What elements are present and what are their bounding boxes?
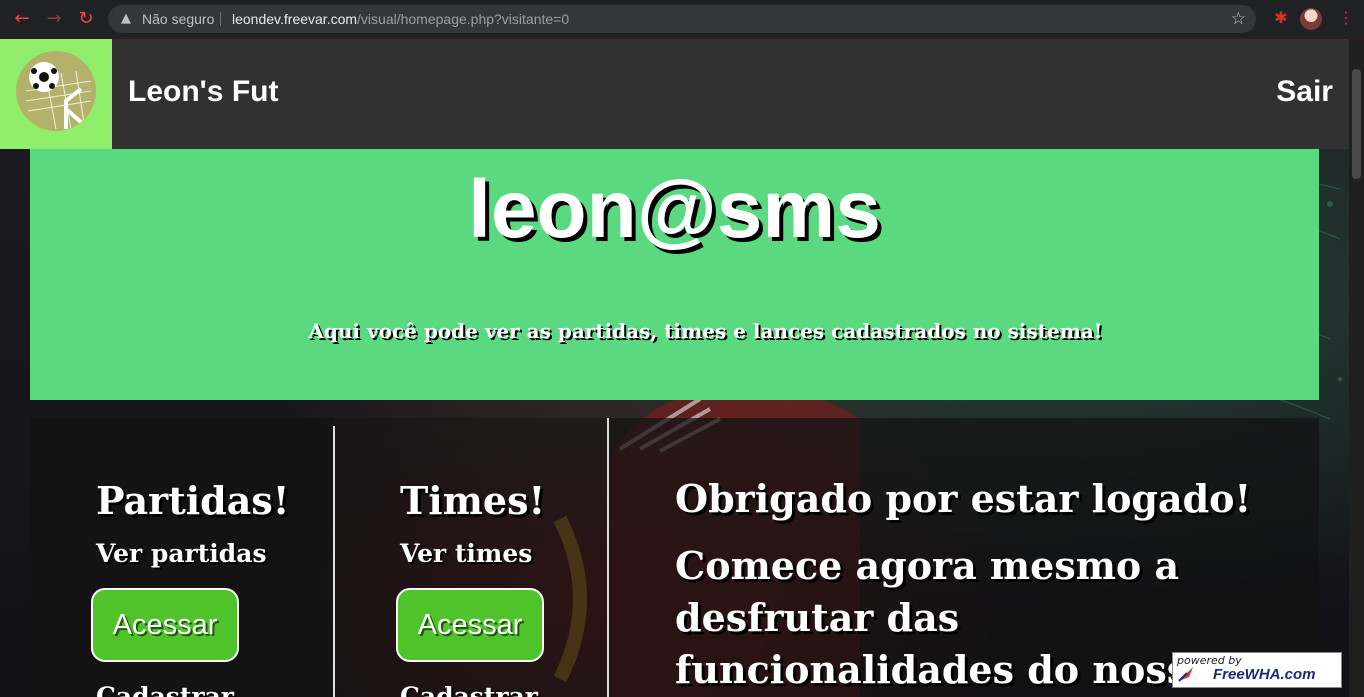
logo-graphic (25, 62, 92, 130)
back-arrow-icon[interactable]: ← (12, 9, 32, 29)
freewha-badge[interactable]: powered by FreeWHA.com (1172, 652, 1342, 688)
star-icon[interactable]: ☆ (1231, 9, 1246, 29)
brand-name[interactable]: Leon's Fut (128, 75, 278, 109)
browser-toolbar: ← → ↻ ▲ Não seguro leondev.freevar.com/v… (0, 0, 1364, 39)
welcome-heading: Obrigado por estar logado! (675, 476, 1252, 521)
url-text[interactable]: leondev.freevar.com/visual/homepage.php?… (232, 11, 569, 27)
url-host: leondev.freevar.com (232, 11, 358, 27)
page: ← → ↻ ▲ Não seguro leondev.freevar.com/v… (0, 0, 1364, 697)
url-path: /visual/homepage.php?visitante=0 (357, 11, 570, 27)
scroll-thumb[interactable] (1352, 69, 1361, 179)
teams-subtitle: Ver times (400, 539, 533, 568)
matches-subtitle: Ver partidas (96, 539, 267, 568)
forward-arrow-icon[interactable]: → (44, 9, 64, 29)
freewha-arrow-icon (1178, 667, 1193, 682)
freewha-brand: FreeWHA.com (1213, 666, 1316, 683)
hero-banner: leon@sms Aqui você pode ver as partidas,… (30, 149, 1319, 400)
page-title: leon@sms (468, 164, 881, 255)
teams-access-button[interactable]: Acessar (396, 588, 544, 662)
logout-link[interactable]: Sair (1276, 75, 1333, 109)
warning-icon: ▲ (121, 11, 131, 26)
logo[interactable] (0, 39, 112, 149)
address-separator (220, 12, 221, 26)
reload-icon[interactable]: ↻ (76, 9, 96, 29)
scrollbar[interactable] (1349, 39, 1364, 697)
matches-register-label: Cadastrar (96, 682, 234, 697)
matches-access-button[interactable]: Acessar (91, 588, 239, 662)
soccer-ball-goal-icon (16, 51, 96, 131)
address-bar[interactable]: ▲ Não seguro leondev.freevar.com/visual/… (108, 5, 1256, 33)
security-label[interactable]: Não seguro (142, 11, 214, 27)
site-header: Leon's Fut Sair (0, 39, 1349, 149)
hero-subtitle: Aqui você pode ver as partidas, times e … (308, 319, 1103, 343)
kebab-menu-icon[interactable]: ⋮ (1338, 8, 1354, 27)
welcome-body: Comece agora mesmo a desfrutar das funci… (675, 543, 1214, 692)
avatar[interactable] (1300, 8, 1322, 30)
teams-register-label: Cadastrar (400, 682, 538, 697)
matches-title: Partidas! (96, 478, 290, 523)
teams-title: Times! (400, 478, 546, 523)
puzzle-icon[interactable]: ✱ (1272, 9, 1290, 27)
